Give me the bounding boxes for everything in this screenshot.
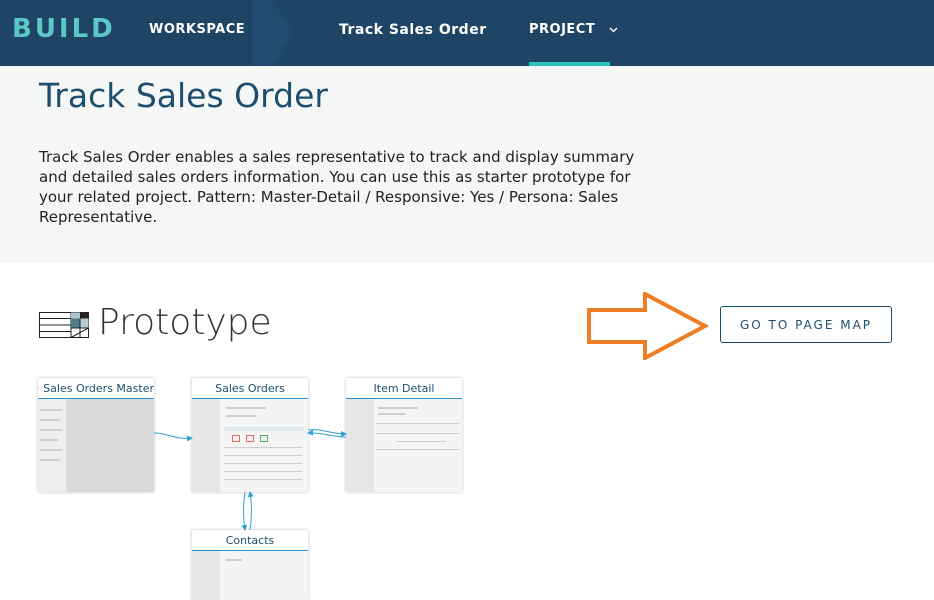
page-card-title: Sales Orders Master: [43, 382, 154, 395]
page-card-item-detail[interactable]: Item Detail: [346, 378, 462, 492]
nav-project-label: PROJECT: [529, 22, 595, 37]
page-card-title: Contacts: [226, 534, 275, 547]
page-title: Track Sales Order: [39, 76, 328, 115]
page-card-title: Item Detail: [374, 382, 435, 395]
page-card-sales-orders[interactable]: Sales Orders: [192, 378, 308, 492]
top-nav-bar: BUILD WORKSPACE Track Sales Order PROJEC…: [0, 0, 934, 66]
store-icon: [38, 382, 39, 395]
breadcrumb-project-name[interactable]: Track Sales Order: [339, 22, 487, 38]
project-description: Track Sales Order enables a sales repres…: [39, 147, 649, 227]
page-thumbnail: [38, 399, 154, 492]
brand-logo[interactable]: BUILD: [12, 14, 116, 44]
breadcrumb-chevron-icon: [252, 0, 292, 66]
chevron-down-icon: [609, 27, 618, 33]
page-card-header: Item Detail: [346, 378, 462, 399]
nav-project[interactable]: PROJECT: [529, 22, 618, 37]
prototype-icon: [39, 312, 89, 338]
go-to-page-map-button[interactable]: GO TO PAGE MAP: [720, 306, 892, 343]
page-card-title: Sales Orders: [215, 382, 285, 395]
page-card-contacts[interactable]: Contacts: [192, 530, 308, 600]
page-thumbnail: [346, 399, 462, 492]
nav-workspace[interactable]: WORKSPACE: [149, 22, 245, 37]
page-card-header: Sales Orders: [192, 378, 308, 399]
page-card-header: Sales Orders Master: [38, 378, 154, 399]
page-card-header: Contacts: [192, 530, 308, 551]
page-thumbnail: [192, 551, 308, 600]
page-card-sales-orders-master[interactable]: Sales Orders Master: [38, 378, 154, 492]
arrow-right-icon: [585, 292, 710, 360]
section-title: Prototype: [98, 302, 272, 343]
page-thumbnail: [192, 399, 308, 492]
